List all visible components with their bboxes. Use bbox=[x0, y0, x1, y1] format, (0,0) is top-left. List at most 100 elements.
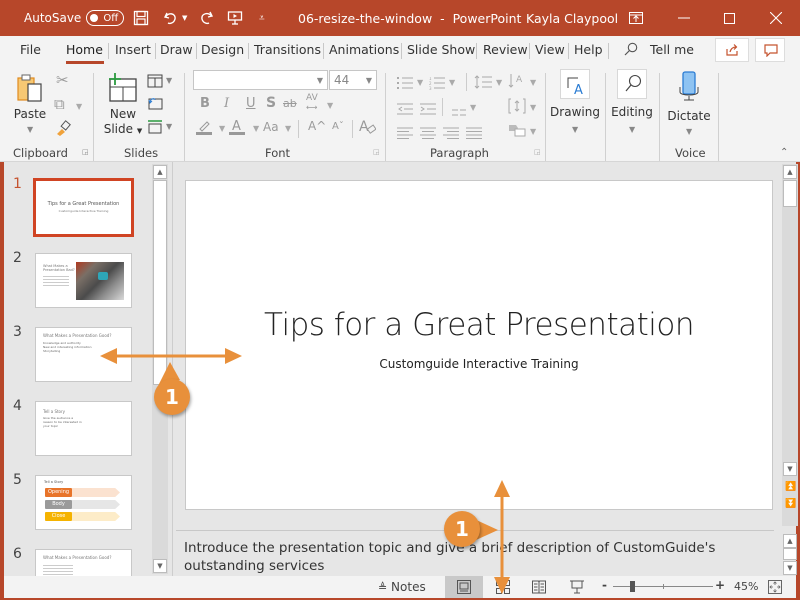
tab-review[interactable]: Review bbox=[483, 42, 528, 57]
clear-formatting-icon[interactable]: A bbox=[358, 118, 377, 139]
font-name-dropdown-icon[interactable]: ▼ bbox=[317, 76, 323, 85]
smartart-icon[interactable] bbox=[508, 122, 526, 141]
autosave-control[interactable]: AutoSave Off bbox=[24, 0, 125, 36]
thumbnail-pane-splitter[interactable] bbox=[172, 162, 173, 576]
copy-icon[interactable]: ⧉ bbox=[54, 97, 65, 112]
dictate-button[interactable]: Dictate ▼ bbox=[664, 69, 714, 141]
decrease-indent-icon[interactable] bbox=[397, 100, 413, 119]
underline-button[interactable]: U bbox=[246, 97, 256, 110]
slide-thumbnail-3[interactable]: What Makes a Presentation Good? Knowledg… bbox=[35, 327, 132, 382]
columns-dropdown-icon[interactable]: ▼ bbox=[470, 103, 476, 112]
drawing-button[interactable]: A Drawing ▼ bbox=[550, 69, 600, 139]
minimize-icon[interactable] bbox=[678, 0, 690, 36]
next-slide-icon[interactable]: ⏬ bbox=[785, 499, 796, 509]
highlight-dropdown-icon[interactable]: ▼ bbox=[219, 124, 225, 133]
scroll-up-button[interactable]: ▲ bbox=[153, 165, 167, 179]
new-slide-button[interactable]: New Slide ▼ bbox=[103, 71, 143, 141]
slide-sorter-button[interactable] bbox=[496, 580, 510, 597]
scroll-down-button[interactable]: ▼ bbox=[783, 462, 797, 476]
align-text-dropdown-icon[interactable]: ▼ bbox=[530, 103, 536, 112]
notes-text[interactable]: Introduce the presentation topic and giv… bbox=[184, 540, 715, 574]
shrink-font-button[interactable]: Aˇ bbox=[332, 122, 344, 132]
slide-thumbnail-4[interactable]: Tell a Story Give the audience a reason … bbox=[35, 401, 132, 456]
undo-icon[interactable] bbox=[163, 0, 179, 36]
character-spacing-button[interactable]: AV bbox=[306, 94, 318, 103]
slide-canvas[interactable]: Tips for a Great Presentation Customguid… bbox=[185, 180, 773, 510]
normal-view-button[interactable] bbox=[445, 576, 483, 598]
grow-font-button[interactable]: A^ bbox=[308, 120, 326, 132]
section-dropdown-icon[interactable]: ▼ bbox=[166, 122, 172, 131]
align-text-icon[interactable] bbox=[508, 98, 526, 118]
tab-insert[interactable]: Insert bbox=[115, 42, 151, 57]
scrollbar-thumb[interactable] bbox=[153, 180, 167, 385]
scroll-up-button[interactable]: ▲ bbox=[783, 534, 797, 548]
tab-home[interactable]: Home bbox=[66, 42, 103, 57]
tab-slide-show[interactable]: Slide Show bbox=[407, 42, 475, 57]
smartart-dropdown-icon[interactable]: ▼ bbox=[530, 127, 536, 136]
tab-draw[interactable]: Draw bbox=[160, 42, 193, 57]
zoom-slider-thumb[interactable] bbox=[630, 581, 636, 592]
clipboard-dialog-launcher-icon[interactable]: ◲ bbox=[82, 149, 89, 156]
italic-button[interactable]: I bbox=[224, 97, 229, 110]
strikethrough-button[interactable]: ab bbox=[283, 98, 297, 109]
font-color-icon[interactable]: A bbox=[229, 118, 247, 139]
previous-slide-icon[interactable]: ⏫ bbox=[785, 482, 796, 492]
collapse-ribbon-icon[interactable]: ⌃ bbox=[780, 148, 788, 158]
font-name-input[interactable]: ▼ bbox=[193, 70, 328, 90]
numbering-icon[interactable]: 123 bbox=[429, 75, 445, 94]
zoom-slider[interactable] bbox=[613, 581, 713, 592]
shadow-button[interactable]: S bbox=[266, 96, 276, 110]
font-size-input[interactable]: 44 ▼ bbox=[329, 70, 377, 90]
align-left-icon[interactable] bbox=[397, 124, 413, 143]
tab-transitions[interactable]: Transitions bbox=[254, 42, 321, 57]
slide-subtitle[interactable]: Customguide Interactive Training bbox=[186, 357, 772, 371]
layout-icon[interactable] bbox=[147, 73, 163, 92]
slide-show-button[interactable] bbox=[570, 580, 584, 597]
font-dialog-launcher-icon[interactable]: ◲ bbox=[373, 149, 380, 156]
tab-design[interactable]: Design bbox=[201, 42, 244, 57]
autosave-toggle[interactable]: Off bbox=[86, 10, 125, 26]
align-right-icon[interactable] bbox=[443, 124, 459, 143]
format-painter-icon[interactable] bbox=[55, 120, 71, 140]
editing-button[interactable]: Editing ▼ bbox=[609, 69, 655, 139]
slide-thumbnail-6[interactable]: What Makes a Presentation Good? bbox=[35, 549, 132, 576]
increase-indent-icon[interactable] bbox=[420, 100, 436, 119]
maximize-icon[interactable] bbox=[724, 0, 735, 36]
thumbnail-scrollbar[interactable]: ▲ ▼ bbox=[152, 164, 168, 574]
align-center-icon[interactable] bbox=[420, 124, 436, 143]
line-spacing-icon[interactable] bbox=[474, 74, 492, 93]
font-color-dropdown-icon[interactable]: ▼ bbox=[253, 124, 259, 133]
scrollbar-thumb[interactable] bbox=[783, 548, 797, 560]
present-icon[interactable] bbox=[227, 0, 243, 36]
share-button[interactable] bbox=[715, 38, 749, 62]
bullets-dropdown-icon[interactable]: ▼ bbox=[417, 78, 423, 87]
scrollbar-thumb[interactable] bbox=[783, 180, 797, 207]
text-direction-icon[interactable]: A bbox=[508, 73, 526, 93]
change-case-dropdown-icon[interactable]: ▼ bbox=[285, 124, 291, 133]
slide-thumbnail-5[interactable]: Tell a Story Opening Body Close bbox=[35, 475, 132, 530]
columns-icon[interactable] bbox=[452, 102, 466, 121]
tab-help[interactable]: Help bbox=[574, 42, 603, 57]
line-spacing-dropdown-icon[interactable]: ▼ bbox=[496, 78, 502, 87]
ribbon-display-options-icon[interactable] bbox=[629, 0, 643, 36]
zoom-level[interactable]: 45% bbox=[734, 580, 758, 593]
close-icon[interactable] bbox=[770, 0, 782, 36]
reading-view-button[interactable] bbox=[532, 580, 546, 597]
highlight-icon[interactable] bbox=[196, 119, 214, 139]
scroll-down-button[interactable]: ▼ bbox=[153, 559, 167, 573]
slide-thumbnail-1[interactable]: Tips for a Great Presentation Customguid… bbox=[33, 178, 134, 237]
undo-dropdown-icon[interactable]: ▼ bbox=[182, 0, 187, 36]
scroll-down-button[interactable]: ▼ bbox=[783, 561, 797, 575]
save-icon[interactable] bbox=[133, 0, 149, 36]
reset-slide-icon[interactable] bbox=[147, 95, 163, 114]
tell-me-search[interactable]: Tell me bbox=[624, 42, 694, 59]
numbering-dropdown-icon[interactable]: ▼ bbox=[449, 78, 455, 87]
zoom-out-button[interactable]: - bbox=[602, 578, 607, 592]
copy-dropdown-icon[interactable]: ▼ bbox=[76, 102, 82, 111]
bold-button[interactable]: B bbox=[200, 97, 210, 110]
text-direction-dropdown-icon[interactable]: ▼ bbox=[530, 78, 536, 87]
slide-title[interactable]: Tips for a Great Presentation bbox=[186, 307, 772, 343]
notes-toggle-button[interactable]: ≜ Notes bbox=[378, 580, 426, 594]
zoom-in-button[interactable]: + bbox=[715, 578, 725, 592]
change-case-button[interactable]: Aa bbox=[263, 121, 279, 133]
